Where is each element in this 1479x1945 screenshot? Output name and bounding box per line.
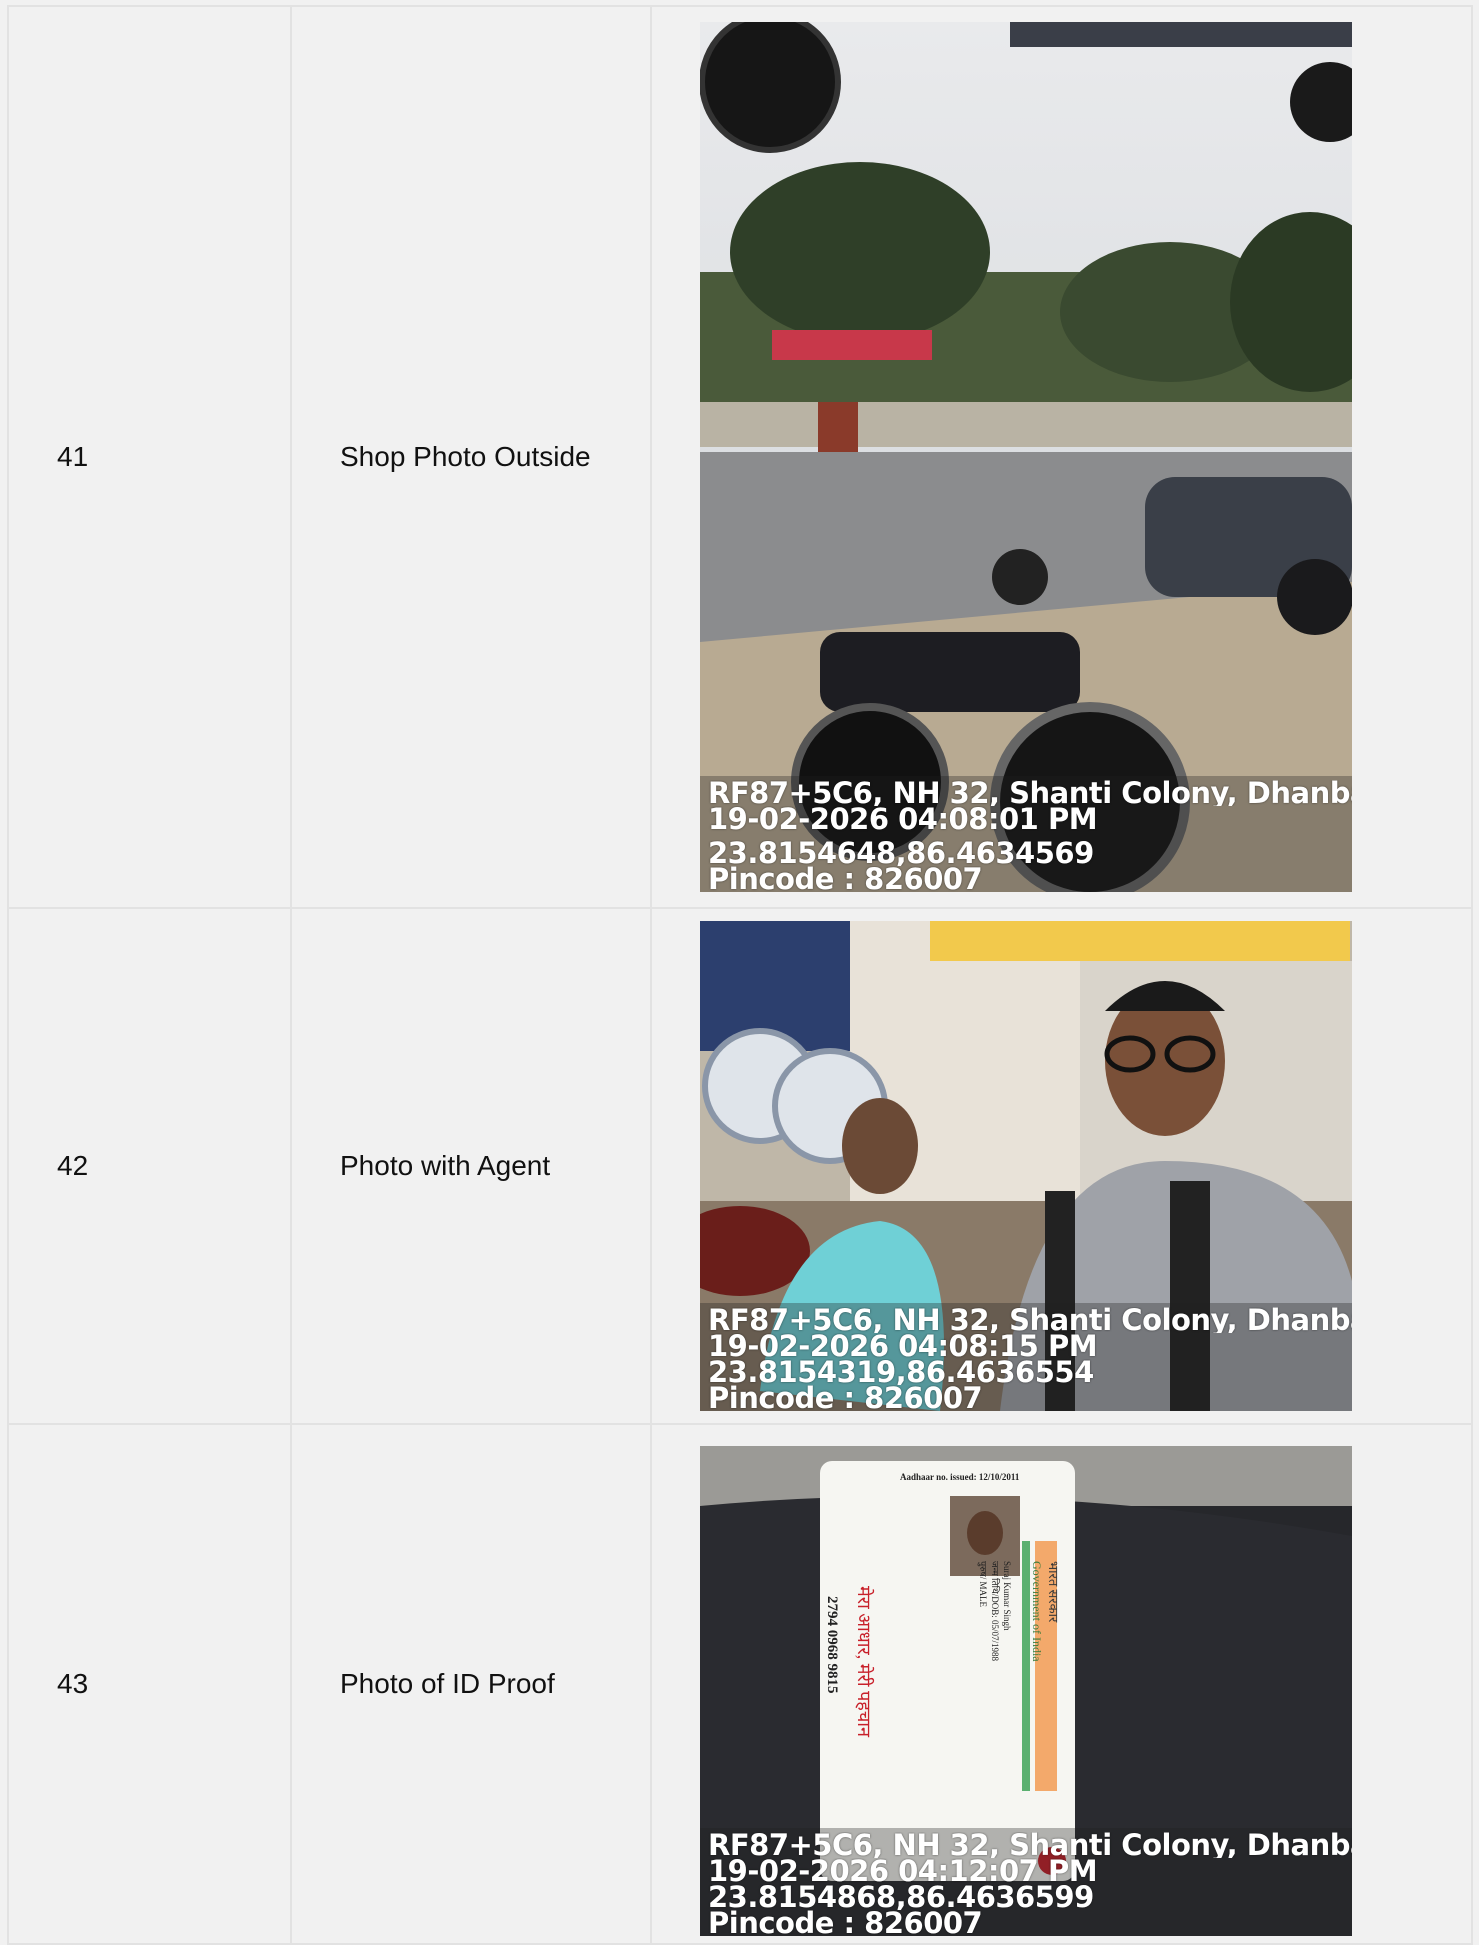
street-shop-photo: RF87+5C6, NH 32, Shanti Colony, Dhanbad,… xyxy=(700,22,1352,892)
geotag-coordinates: 23.8154868,86.4636599 xyxy=(708,1884,1094,1910)
document-table: 41 Shop Photo Outside RF87+5C6, NH 32, S… xyxy=(7,5,1473,1945)
geotag-coordinates: 23.8154648,86.4634569 xyxy=(708,840,1094,866)
geotag-overlay: RF87+5C6, NH 32, Shanti Colony, Dhanbad,… xyxy=(700,1303,1352,1411)
geotag-coordinates: 23.8154319,86.4636554 xyxy=(708,1359,1094,1385)
label-cell: Photo with Agent xyxy=(290,907,652,1425)
label-cell: Shop Photo Outside xyxy=(290,5,652,909)
aadhaar-number-text: 2794 0968 9815 xyxy=(824,1596,840,1694)
geotag-datetime: 19-02-2026 04:08:15 PM xyxy=(708,1333,1098,1359)
table-row: 41 Shop Photo Outside RF87+5C6, NH 32, S… xyxy=(7,5,1473,909)
geotag-overlay: RF87+5C6, NH 32, Shanti Colony, Dhanbad,… xyxy=(700,1828,1352,1936)
table-row: 42 Photo with Agent RF87+5C6, NH 32, Sha… xyxy=(7,907,1473,1425)
cardholder-dob-text: जन्म तिथि/DOB: 05/07/1988 xyxy=(990,1561,1001,1661)
selfie-with-agent-photo: RF87+5C6, NH 32, Shanti Colony, Dhanbad,… xyxy=(700,921,1352,1411)
table-row: 43 Photo of ID Proof Aadhaar no. issued:… xyxy=(7,1423,1473,1945)
aadhaar-card-photo: Aadhaar no. issued: 12/10/2011 2794 0968… xyxy=(700,1446,1352,1936)
geotag-address: RF87+5C6, NH 32, Shanti Colony, Dhanbad,… xyxy=(708,780,1352,806)
photo-cell: RF87+5C6, NH 32, Shanti Colony, Dhanbad,… xyxy=(650,907,1473,1425)
aadhaar-tagline-text: मेरा आधार, मेरी पहचान xyxy=(854,1586,875,1738)
geotag-pincode: Pincode : 826007 xyxy=(708,1910,983,1936)
photo-cell: RF87+5C6, NH 32, Shanti Colony, Dhanbad,… xyxy=(650,5,1473,909)
govt-of-india-text: Government of India xyxy=(1030,1561,1044,1662)
geotag-datetime: 19-02-2026 04:12:07 PM xyxy=(708,1858,1098,1884)
label-cell: Photo of ID Proof xyxy=(290,1423,652,1945)
geotag-address: RF87+5C6, NH 32, Shanti Colony, Dhanbad,… xyxy=(708,1307,1352,1333)
govt-hindi-text: भारत सरकार xyxy=(1046,1561,1061,1623)
geotag-datetime: 19-02-2026 04:08:01 PM xyxy=(708,806,1098,832)
photo-cell: Aadhaar no. issued: 12/10/2011 2794 0968… xyxy=(650,1423,1473,1945)
geotag-pincode: Pincode : 826007 xyxy=(708,866,983,892)
cardholder-gender-text: पुरुष/ MALE xyxy=(977,1561,988,1607)
cardholder-name-text: Suraj Kumar Singh xyxy=(1002,1561,1012,1631)
serial-number-cell: 41 xyxy=(7,5,292,909)
geotag-overlay: RF87+5C6, NH 32, Shanti Colony, Dhanbad,… xyxy=(700,776,1352,892)
geotag-address: RF87+5C6, NH 32, Shanti Colony, Dhanbad,… xyxy=(708,1832,1352,1858)
aadhaar-issued-text: Aadhaar no. issued: 12/10/2011 xyxy=(900,1472,1020,1482)
serial-number-cell: 43 xyxy=(7,1423,292,1945)
geotag-pincode: Pincode : 826007 xyxy=(708,1385,983,1411)
serial-number-cell: 42 xyxy=(7,907,292,1425)
